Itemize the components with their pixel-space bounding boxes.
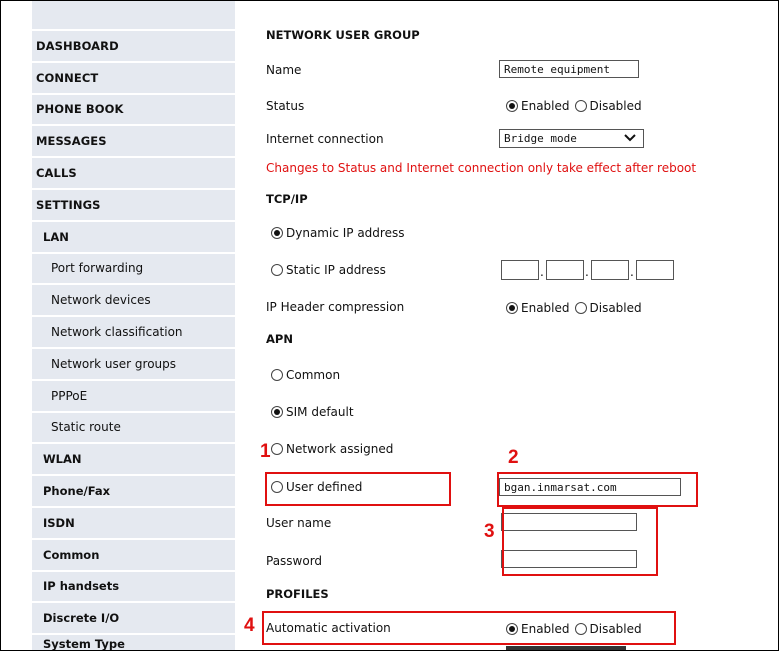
sidebar-item-static-route[interactable]: Static route [32, 410, 235, 443]
dynamic-ip-option[interactable]: Dynamic IP address [271, 223, 404, 243]
static-ip-octet-4[interactable] [636, 260, 674, 280]
apn-network-assigned-label: Network assigned [286, 442, 394, 456]
static-ip-octet-1[interactable] [501, 260, 539, 280]
ip-dot-separator: . [585, 265, 589, 279]
apn-network-assigned-option[interactable]: Network assigned [271, 439, 393, 459]
annotation-number-4: 4 [244, 615, 255, 636]
section-network-user-group: NETWORK USER GROUP [266, 28, 420, 42]
reboot-warning: Changes to Status and Internet connectio… [266, 161, 697, 175]
annotation-box-4 [262, 611, 676, 645]
sidebar-item-discrete-i-o[interactable]: Discrete I/O [32, 601, 235, 633]
ip-header-enabled-radio[interactable] [506, 302, 518, 314]
sidebar-item-system-type[interactable]: System Type [32, 633, 235, 650]
sidebar-item-network-user-groups[interactable]: Network user groups [32, 346, 235, 379]
apn-common-option[interactable]: Common [271, 365, 340, 385]
sidebar-item-common[interactable]: Common [32, 537, 235, 570]
apn-sim-default-label: SIM default [286, 405, 354, 419]
static-ip-octet-2[interactable] [546, 260, 584, 280]
sidebar-item-settings[interactable]: SETTINGS [32, 187, 235, 220]
status-disabled-label: Disabled [589, 99, 642, 113]
sidebar-item-network-devices[interactable]: Network devices [32, 283, 235, 315]
username-label: User name [266, 516, 332, 530]
sidebar-item-calls[interactable]: CALLS [32, 156, 235, 188]
annotation-box-3 [502, 507, 658, 576]
section-apn: APN [266, 332, 293, 346]
sidebar-item-phone-book[interactable]: PHONE BOOK [32, 92, 235, 125]
section-profiles: PROFILES [266, 587, 329, 601]
sidebar-item-connect[interactable]: CONNECT [32, 60, 235, 93]
static-ip-label: Static IP address [286, 263, 386, 277]
ip-header-enabled-option[interactable]: Enabled [506, 301, 570, 315]
sidebar: DASHBOARD CONNECT PHONE BOOK MESSAGES CALLS S… [32, 1, 235, 650]
sidebar-item-pppoe[interactable]: PPPoE [32, 378, 235, 411]
status-label: Status [266, 99, 305, 113]
apn-sim-default-radio[interactable] [271, 406, 283, 418]
internet-connection-label: Internet connection [266, 132, 384, 146]
annotation-box-2 [497, 472, 698, 507]
name-label: Name [266, 63, 302, 77]
status-enabled-label: Enabled [521, 99, 570, 113]
static-ip-octet-3[interactable] [591, 260, 629, 280]
password-label: Password [266, 554, 323, 568]
sidebar-item-phone-fax[interactable]: Phone/Fax [32, 474, 235, 506]
annotation-number-2: 2 [508, 447, 519, 468]
sidebar-item-wlan[interactable]: WLAN [32, 442, 235, 474]
status-disabled-radio[interactable] [574, 100, 587, 112]
apn-sim-default-option[interactable]: SIM default [271, 402, 354, 422]
annotation-number-3: 3 [484, 521, 495, 542]
static-ip-radio[interactable] [271, 264, 283, 276]
ip-header-compression-label: IP Header compression [266, 300, 405, 314]
ip-header-disabled-radio[interactable] [574, 302, 587, 314]
status-enabled-option[interactable]: Enabled [506, 99, 570, 113]
internet-connection-select[interactable]: Bridge mode [499, 129, 644, 148]
apn-network-assigned-radio[interactable] [271, 443, 283, 455]
sidebar-item-ip-handsets[interactable]: IP handsets [32, 569, 235, 602]
ip-header-disabled-option[interactable]: Disabled [574, 301, 642, 315]
sidebar-item-dashboard[interactable]: DASHBOARD [32, 29, 235, 61]
apn-common-radio[interactable] [271, 369, 283, 381]
sidebar-item-network-classification[interactable]: Network classification [32, 315, 235, 347]
sidebar-item-port-forwarding[interactable]: Port forwarding [32, 251, 235, 284]
dynamic-ip-radio[interactable] [271, 227, 283, 239]
partial-control-below [506, 646, 626, 650]
chevron-down-icon [624, 134, 636, 142]
status-enabled-radio[interactable] [506, 100, 518, 112]
annotation-number-1: 1 [260, 441, 271, 462]
status-radio-group: Enabled Disabled [506, 96, 647, 116]
section-tcpip: TCP/IP [266, 192, 308, 206]
internet-connection-value: Bridge mode [504, 132, 577, 145]
annotation-box-1 [265, 472, 451, 506]
ip-dot-separator: . [630, 265, 634, 279]
ip-dot-separator: . [540, 265, 544, 279]
status-disabled-option[interactable]: Disabled [574, 99, 642, 113]
sidebar-item-messages[interactable]: MESSAGES [32, 124, 235, 156]
ip-header-radio-group: Enabled Disabled [506, 298, 647, 318]
static-ip-option[interactable]: Static IP address [271, 260, 386, 280]
dynamic-ip-label: Dynamic IP address [286, 226, 405, 240]
ip-header-enabled-label: Enabled [521, 301, 570, 315]
sidebar-item-lan[interactable]: LAN [32, 219, 235, 252]
screenshot-frame: DASHBOARD CONNECT PHONE BOOK MESSAGES CALLS S… [0, 0, 779, 651]
ip-header-disabled-label: Disabled [589, 301, 642, 315]
sidebar-nav: DASHBOARD CONNECT PHONE BOOK MESSAGES CALLS S… [32, 29, 235, 650]
name-field[interactable]: Remote equipment [499, 60, 639, 78]
sidebar-item-isdn[interactable]: ISDN [32, 505, 235, 538]
apn-common-label: Common [286, 368, 341, 382]
